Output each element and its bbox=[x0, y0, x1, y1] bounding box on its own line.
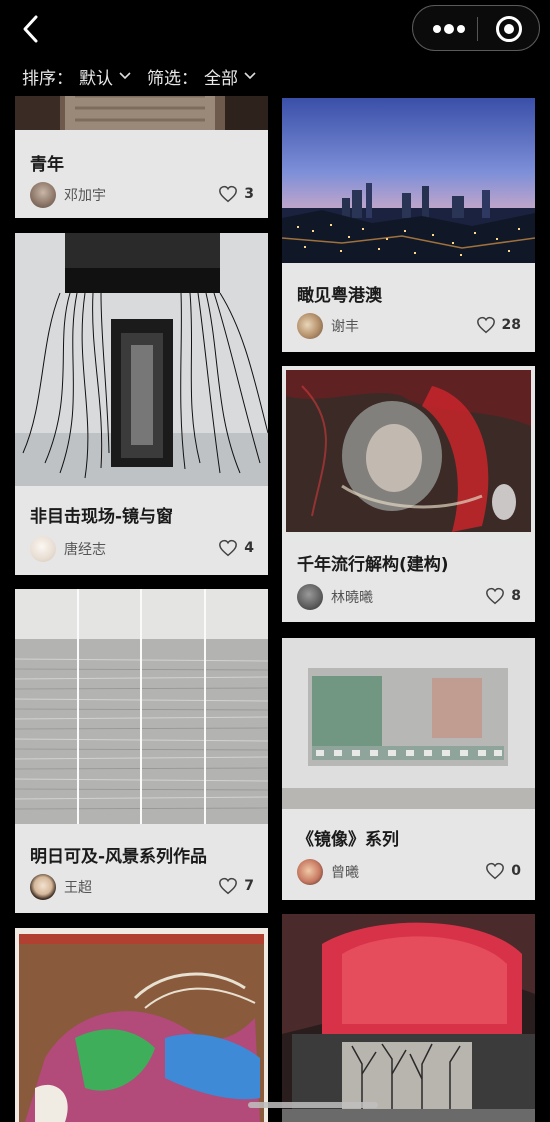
artwork-card[interactable]: 明日可及-风景系列作品 王超 7 bbox=[15, 589, 268, 913]
like-number: 8 bbox=[511, 588, 521, 604]
card-info: 瞰见粤港澳 谢丰 28 bbox=[282, 263, 535, 352]
author-name: 林曉曦 bbox=[331, 590, 373, 606]
avatar bbox=[297, 859, 323, 885]
chevron-down-icon bbox=[119, 72, 131, 80]
author-name: 邓加宇 bbox=[64, 188, 106, 204]
artwork-card[interactable]: 青年 邓加宇 3 bbox=[15, 96, 268, 218]
card-info: 非目击现场-镜与窗 唐经志 4 bbox=[15, 486, 268, 575]
card-title: 《镜像》系列 bbox=[297, 830, 399, 850]
artwork-card[interactable]: 瞰见粤港澳 谢丰 28 bbox=[282, 98, 535, 352]
card-info: 《镜像》系列 曾曦 0 bbox=[282, 809, 535, 900]
artwork-image bbox=[15, 96, 268, 130]
back-arrow-icon[interactable] bbox=[18, 14, 46, 44]
author-name: 唐经志 bbox=[64, 542, 106, 558]
artwork-card[interactable] bbox=[15, 928, 268, 1122]
card-author: 邓加宇 bbox=[30, 182, 106, 208]
avatar bbox=[297, 584, 323, 610]
card-author: 曾曦 bbox=[297, 859, 359, 885]
heart-icon bbox=[486, 587, 505, 605]
author-name: 王超 bbox=[64, 880, 92, 896]
artwork-image bbox=[15, 928, 268, 1122]
artwork-image bbox=[282, 366, 535, 534]
card-info: 明日可及-风景系列作品 王超 7 bbox=[15, 824, 268, 913]
card-info: 千年流行解构(建构) 林曉曦 8 bbox=[282, 534, 535, 622]
artwork-card[interactable]: 非目击现场-镜与窗 唐经志 4 bbox=[15, 233, 268, 575]
artwork-image bbox=[15, 589, 268, 824]
sort-value: 默认 bbox=[79, 68, 113, 89]
filter-value: 全部 bbox=[204, 68, 238, 89]
like-number: 0 bbox=[511, 863, 521, 879]
card-title: 千年流行解构(建构) bbox=[297, 555, 449, 575]
avatar bbox=[297, 313, 323, 339]
card-title: 青年 bbox=[30, 155, 64, 175]
like-count[interactable]: 4 bbox=[218, 539, 254, 557]
artwork-image bbox=[15, 233, 268, 486]
like-count[interactable]: 8 bbox=[485, 587, 521, 605]
like-number: 7 bbox=[244, 878, 254, 894]
filter-bar: 排序： 默认 筛选： 全部 bbox=[0, 58, 550, 96]
like-number: 28 bbox=[501, 317, 521, 333]
avatar bbox=[30, 536, 56, 562]
card-title: 明日可及-风景系列作品 bbox=[30, 847, 208, 867]
like-count[interactable]: 7 bbox=[218, 877, 254, 895]
heart-icon bbox=[219, 877, 238, 895]
mini-program-capsule bbox=[412, 5, 540, 51]
artwork-image bbox=[282, 638, 535, 809]
card-author: 谢丰 bbox=[297, 313, 359, 339]
author-name: 谢丰 bbox=[331, 319, 359, 335]
like-number: 3 bbox=[244, 186, 254, 202]
more-dots-icon[interactable] bbox=[431, 18, 467, 40]
heart-icon bbox=[219, 185, 238, 203]
like-count[interactable]: 28 bbox=[476, 316, 521, 334]
like-count[interactable]: 0 bbox=[485, 862, 521, 880]
card-author: 林曉曦 bbox=[297, 584, 373, 610]
close-target-icon[interactable] bbox=[495, 15, 523, 43]
artwork-card[interactable]: 《镜像》系列 曾曦 0 bbox=[282, 638, 535, 900]
scroll-indicator bbox=[248, 1102, 378, 1108]
author-name: 曾曦 bbox=[331, 865, 359, 881]
card-author: 王超 bbox=[30, 874, 92, 900]
card-info: 青年 邓加宇 3 bbox=[15, 130, 268, 218]
card-title: 非目击现场-镜与窗 bbox=[30, 507, 174, 527]
filter-dropdown[interactable]: 筛选： 全部 bbox=[147, 62, 256, 90]
sort-label: 排序： bbox=[22, 68, 73, 89]
capsule-divider bbox=[477, 17, 478, 41]
like-count[interactable]: 3 bbox=[218, 185, 254, 203]
card-author: 唐经志 bbox=[30, 536, 106, 562]
heart-icon bbox=[486, 862, 505, 880]
artwork-card[interactable] bbox=[282, 914, 535, 1122]
avatar bbox=[30, 182, 56, 208]
card-title: 瞰见粤港澳 bbox=[297, 286, 382, 306]
top-bar bbox=[0, 0, 550, 58]
heart-icon bbox=[219, 539, 238, 557]
like-number: 4 bbox=[244, 540, 254, 556]
avatar bbox=[30, 874, 56, 900]
filter-label: 筛选： bbox=[147, 68, 198, 89]
artwork-grid: 青年 邓加宇 3 瞰见粤港澳 谢丰 28 非目击现场-镜与窗 唐经志 4 千年流… bbox=[0, 96, 550, 1122]
artwork-image bbox=[282, 98, 535, 263]
sort-dropdown[interactable]: 排序： 默认 bbox=[22, 62, 131, 90]
heart-icon bbox=[476, 316, 495, 334]
chevron-down-icon bbox=[244, 72, 256, 80]
artwork-image bbox=[282, 914, 535, 1122]
